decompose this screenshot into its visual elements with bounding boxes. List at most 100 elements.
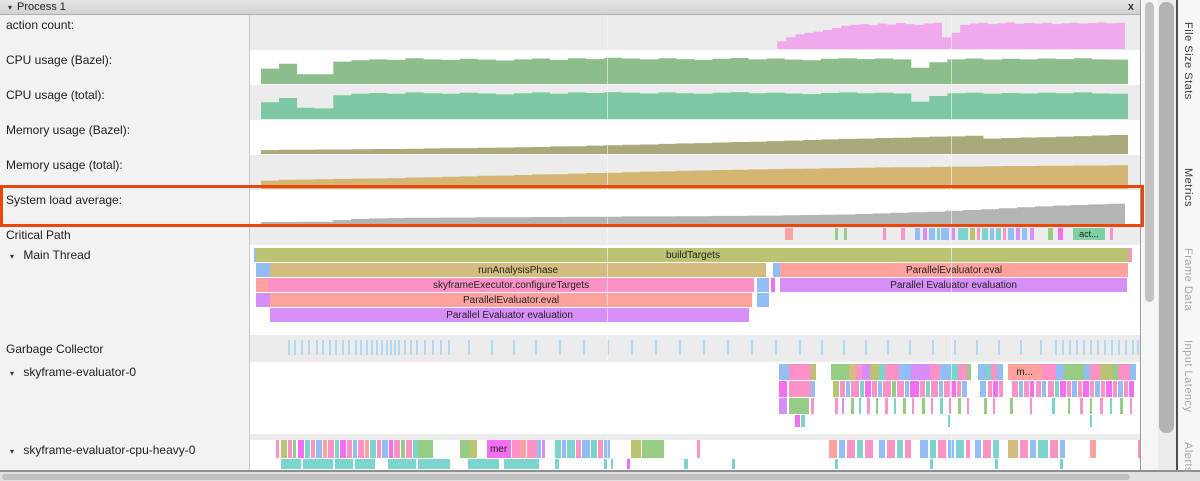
trace-block[interactable] [1072,381,1077,397]
trace-block[interactable] [598,440,603,458]
close-icon[interactable]: x [1128,0,1134,15]
trace-block[interactable] [844,228,847,240]
counter-chart[interactable] [250,155,1140,190]
trace-block[interactable] [353,440,357,458]
trace-block[interactable] [335,440,339,458]
trace-block[interactable] [1048,228,1053,240]
trace-block[interactable] [1090,340,1092,355]
trace-block[interactable] [883,228,886,240]
trace-block[interactable] [1003,228,1006,240]
trace-block[interactable] [376,340,378,355]
trace-block[interactable] [940,364,950,380]
trace-block[interactable] [470,440,476,458]
trace-block[interactable] [1090,440,1096,458]
trace-block[interactable] [390,340,392,355]
trace-block[interactable] [1024,381,1029,397]
trace-block[interactable] [833,381,839,397]
trace-block[interactable] [416,340,418,355]
trace-block[interactable] [1056,364,1064,380]
trace-block[interactable] [937,228,940,240]
trace-block[interactable] [348,340,350,355]
trace-block[interactable] [276,440,279,458]
trace-block[interactable] [958,398,961,414]
trace-block[interactable] [468,340,470,355]
trace-block[interactable] [513,340,515,355]
trace-block[interactable] [582,440,590,458]
trace-block[interactable] [1138,440,1140,458]
trace-span[interactable]: act... [1073,228,1105,240]
trace-block[interactable] [1113,381,1117,397]
trace-block[interactable] [1068,398,1070,414]
trace-block[interactable] [843,340,845,355]
trace-block[interactable] [316,340,318,355]
trace-block[interactable] [1022,228,1027,240]
trace-block[interactable] [1110,228,1113,240]
trace-block[interactable] [887,340,889,355]
trace-block[interactable] [360,340,362,355]
trace-block[interactable] [1100,364,1112,380]
trace-block[interactable] [865,440,873,458]
trace-block[interactable] [950,364,958,380]
trace-span[interactable]: skyframeExecutor.configureTargets [268,278,754,292]
trace-block[interactable] [406,440,412,458]
trace-block[interactable] [1118,381,1123,397]
trace-block[interactable] [1132,340,1134,355]
trace-block[interactable] [365,440,369,458]
trace-block[interactable] [1064,364,1084,380]
trace-block[interactable] [607,340,609,355]
trace-block[interactable] [559,340,561,355]
trace-block[interactable] [862,364,870,380]
counter-track[interactable] [250,155,1140,190]
trace-block[interactable] [381,340,383,355]
trace-block[interactable] [879,440,885,458]
trace-block[interactable] [323,440,327,458]
trace-block[interactable] [982,228,988,240]
trace-block[interactable] [1020,340,1022,355]
trace-block[interactable] [1130,398,1132,414]
trace-block[interactable] [899,364,911,380]
horizontal-scrollbar[interactable] [0,470,1200,481]
trace-block[interactable] [298,440,304,458]
trace-block[interactable] [567,440,575,458]
trace-block[interactable] [835,459,838,469]
counter-chart[interactable] [250,85,1140,120]
trace-block[interactable] [944,381,950,397]
trace-block[interactable] [440,340,442,355]
trace-block[interactable] [1130,364,1136,380]
trace-block[interactable] [1100,398,1103,414]
trace-block[interactable] [990,228,994,240]
trace-span[interactable]: Parallel Evaluator evaluation [780,278,1127,292]
trace-block[interactable] [920,381,925,397]
trace-block[interactable] [256,293,270,307]
trace-block[interactable] [997,364,1003,380]
trace-block[interactable] [1019,381,1023,397]
trace-block[interactable] [1129,248,1132,262]
trace-span[interactable]: mer [487,440,511,458]
trace-block[interactable] [930,364,940,380]
trace-block[interactable] [842,398,844,414]
counter-track[interactable] [250,120,1140,155]
trace-block[interactable] [999,381,1003,397]
trace-block[interactable] [789,381,811,397]
trace-block[interactable] [885,398,888,414]
trace-block[interactable] [892,381,896,397]
trace-block[interactable] [912,398,914,414]
trace-block[interactable] [1125,340,1127,355]
trace-block[interactable] [1008,440,1018,458]
trace-block[interactable] [897,381,904,397]
trace-block[interactable] [1050,440,1058,458]
trace-block[interactable] [967,398,969,414]
trace-block[interactable] [931,381,938,397]
trace-block[interactable] [929,228,935,240]
trace-block[interactable] [905,381,909,397]
trace-span[interactable]: ParallelEvaluator.eval [780,263,1128,277]
trace-block[interactable] [940,398,943,414]
trace-block[interactable] [1101,381,1105,397]
trace-block[interactable] [1042,381,1046,397]
trace-block[interactable] [941,228,949,240]
trace-block[interactable] [1055,381,1059,397]
trace-block[interactable] [865,340,867,355]
trace-block[interactable] [340,440,346,458]
trace-block[interactable] [993,381,998,397]
trace-block[interactable] [993,398,995,414]
